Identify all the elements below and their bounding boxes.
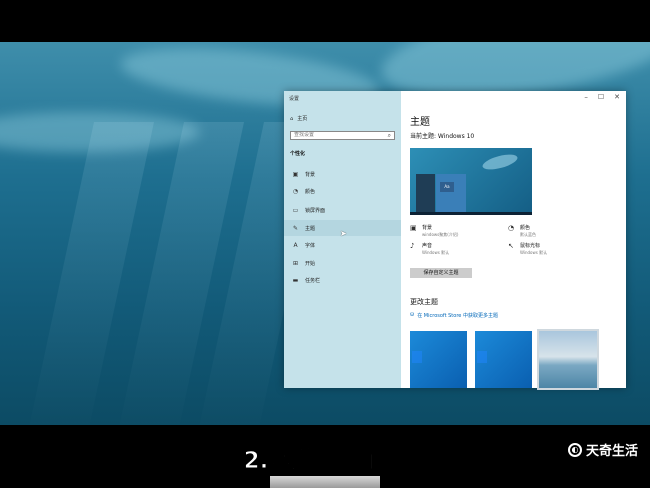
video-caption: 2.然后点击主题 — [243, 448, 407, 475]
font-icon: A — [293, 241, 298, 249]
top-letterbox — [0, 0, 650, 42]
cursor-option[interactable]: ↖ 鼠标光标 Windows 默认 — [508, 242, 547, 256]
window-controls: – ☐ ✕ — [584, 93, 620, 101]
brush-icon: ✎ — [292, 224, 299, 232]
page-title: 主题 — [410, 117, 430, 128]
search-input[interactable]: 查找设置 ⌕ — [290, 131, 395, 140]
option-value: windows聚焦(介绍) — [422, 232, 459, 237]
option-value: 默认蓝色 — [520, 232, 536, 237]
sidebar-item-label: 字体 — [305, 242, 316, 249]
palette-icon: ◔ — [292, 187, 299, 195]
settings-sidebar: 设置 ⌂ 主页 查找设置 ⌕ 个性化 ▣ 背景 ◔ 颜色 ▭ 锁屏界面 ✎ 主题… — [284, 91, 401, 388]
brand-logo-icon: ◐ — [567, 442, 582, 457]
store-link[interactable]: ⛁ 在 Microsoft Store 中获取更多主题 — [410, 312, 498, 319]
image-icon: ▣ — [410, 224, 417, 232]
brand-name: 天奇生活 — [585, 444, 638, 459]
save-theme-button[interactable]: 保存自定义主题 — [410, 268, 472, 278]
sidebar-section-title: 个性化 — [290, 151, 306, 157]
theme-preview-image: Aa — [410, 148, 532, 215]
option-label: 颜色 — [520, 225, 531, 231]
sidebar-item-label: 背景 — [305, 171, 316, 178]
sidebar-home-label: 主页 — [297, 116, 308, 122]
sidebar-item-background[interactable]: ▣ 背景 — [284, 166, 401, 182]
lock-screen-icon: ▭ — [292, 206, 299, 214]
close-button[interactable]: ✕ — [614, 93, 620, 101]
sidebar-item-lock-screen[interactable]: ▭ 锁屏界面 — [284, 202, 401, 218]
sidebar-item-label: 锁屏界面 — [305, 207, 326, 214]
sidebar-item-label: 任务栏 — [305, 277, 321, 284]
start-icon: ⊞ — [292, 259, 299, 267]
sidebar-item-color[interactable]: ◔ 颜色 — [284, 183, 401, 199]
option-label: 鼠标光标 — [520, 243, 541, 249]
option-label: 声音 — [422, 243, 433, 249]
theme-thumbnail[interactable] — [410, 331, 467, 388]
brand-watermark: ◐ 天奇生活 — [567, 440, 638, 459]
pointer-icon: ↖ — [508, 242, 514, 250]
taskbar-icon: ▬ — [292, 276, 299, 284]
sidebar-item-label: 主题 — [305, 225, 316, 232]
current-theme-label: 当前主题: Windows 10 — [410, 133, 475, 140]
window-title: 设置 — [289, 96, 300, 102]
store-icon: ⛁ — [410, 312, 415, 318]
mouse-cursor-icon: ➤ — [340, 229, 347, 238]
palette-icon: ◔ — [508, 224, 515, 232]
theme-thumbnail[interactable] — [475, 331, 532, 388]
theme-thumbnail[interactable] — [537, 329, 599, 390]
sidebar-item-label: 开始 — [305, 260, 316, 267]
sidebar-home[interactable]: ⌂ 主页 — [290, 115, 308, 123]
sound-option[interactable]: ♪ 声音 Windows 默认 — [410, 242, 449, 256]
option-value: Windows 默认 — [422, 250, 450, 255]
option-label: 背景 — [422, 225, 433, 231]
change-theme-heading: 更改主题 — [410, 298, 438, 306]
image-icon: ▣ — [292, 170, 299, 178]
home-icon: ⌂ — [290, 115, 294, 122]
maximize-button[interactable]: ☐ — [598, 93, 604, 101]
sidebar-item-start[interactable]: ⊞ 开始 — [284, 255, 401, 271]
color-option[interactable]: ◔ 颜色 默认蓝色 — [508, 224, 536, 238]
speaker-icon: ♪ — [410, 242, 415, 250]
minimize-button[interactable]: – — [584, 93, 588, 101]
search-icon: ⌕ — [387, 132, 391, 139]
sidebar-item-label: 颜色 — [305, 188, 316, 195]
settings-window: 设置 ⌂ 主页 查找设置 ⌕ 个性化 ▣ 背景 ◔ 颜色 ▭ 锁屏界面 ✎ 主题… — [284, 91, 626, 390]
background-option[interactable]: ▣ 背景 windows聚焦(介绍) — [410, 224, 458, 238]
sidebar-item-fonts[interactable]: A 字体 — [284, 237, 401, 253]
store-link-label: 在 Microsoft Store 中获取更多主题 — [417, 313, 498, 319]
sidebar-item-taskbar[interactable]: ▬ 任务栏 — [284, 272, 401, 288]
monitor-stand — [270, 476, 380, 488]
search-placeholder: 查找设置 — [294, 132, 315, 138]
theme-content-pane: – ☐ ✕ 主题 当前主题: Windows 10 Aa ▣ 背景 window… — [401, 91, 626, 390]
option-value: Windows 默认 — [520, 250, 548, 255]
